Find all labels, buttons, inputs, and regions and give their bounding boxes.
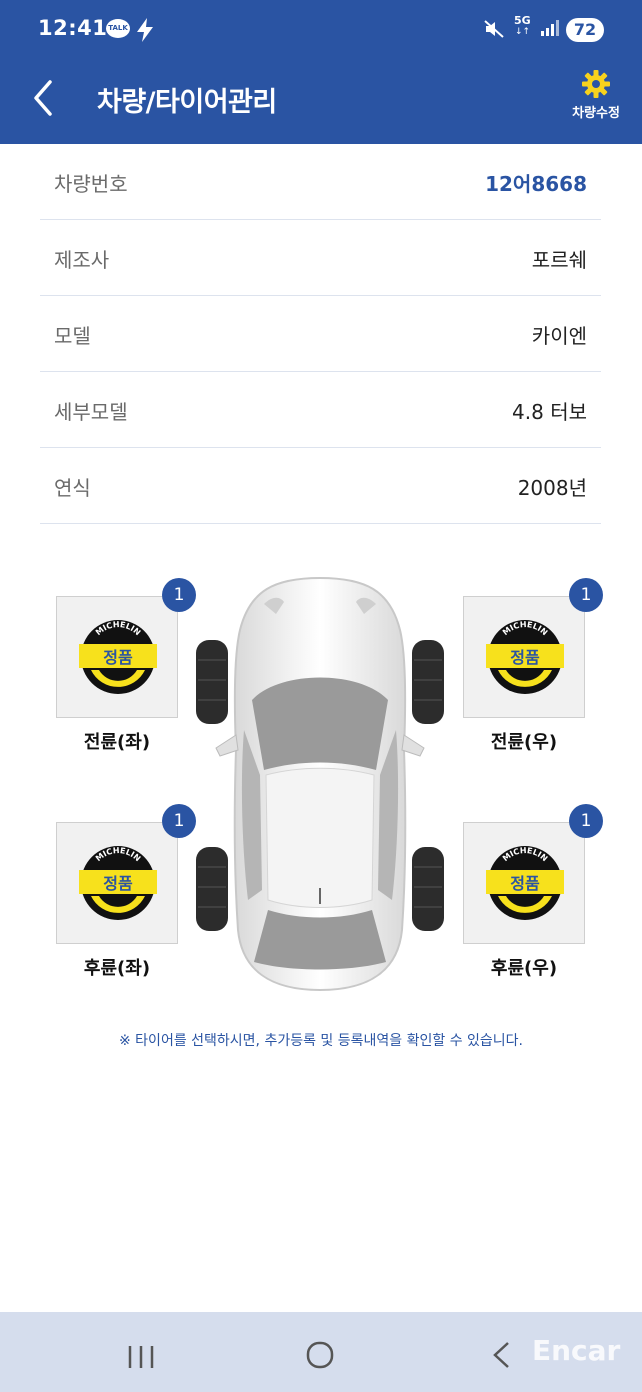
info-row-plate: 차량번호 12어8668 [40,144,601,220]
info-row-maker: 제조사 포르쉐 [40,220,601,296]
tire-position-label: 후륜(우) [490,958,558,979]
bolt-icon [137,18,153,42]
tire-image: MICHELIN 정품 [56,596,178,718]
app-header: 12:41 TALK 5G ↓↑ 72 차량/타이어관리 차량수정 [0,0,642,144]
recent-apps-icon[interactable] [127,1344,155,1370]
tire-tag: 정품 [103,874,133,893]
michelin-genuine-logo: MICHELIN 정품 [79,846,157,920]
car-image [196,576,444,992]
encar-watermark: Encar [532,1334,621,1367]
info-label: 차량번호 [54,172,128,196]
tire-tag: 정품 [510,874,540,893]
signal-icon [541,20,559,36]
tire-notice: ※ 타이어를 선택하시면, 추가등록 및 등록내역을 확인할 수 있습니다. [119,1033,523,1049]
network-arrows: ↓↑ [515,27,531,37]
tire-position-label: 전륜(좌) [83,732,151,753]
tire-diagram: MICHELIN 정품 1 전륜(좌) MICHELIN 정품 1 전륜(우) [0,560,642,1000]
info-value: 카이엔 [531,324,587,348]
michelin-genuine-logo: MICHELIN 정품 [486,846,564,920]
status-time: 12:41 [38,16,108,40]
tire-image: MICHELIN 정품 [56,822,178,944]
tire-image: MICHELIN 정품 [463,596,585,718]
home-icon[interactable] [305,1340,335,1370]
info-value: 2008년 [517,476,587,500]
tire-tag: 정품 [103,648,133,667]
tire-image: MICHELIN 정품 [463,822,585,944]
edit-vehicle-label: 차량수정 [572,106,620,121]
tire-position-label: 후륜(좌) [83,958,151,979]
info-row-year: 연식 2008년 [40,448,601,524]
vehicle-info-list: 차량번호 12어8668 제조사 포르쉐 모델 카이엔 세부모델 4.8 터보 … [40,144,601,524]
wheel-rear-right [412,847,444,931]
tire-tag: 정품 [510,648,540,667]
michelin-genuine-logo: MICHELIN 정품 [486,620,564,694]
mute-icon [484,20,504,38]
tire-count-badge: 1 [569,578,603,612]
nav-back-icon[interactable] [490,1340,512,1370]
tire-count-badge: 1 [162,804,196,838]
info-label: 연식 [54,476,91,500]
page-title: 차량/타이어관리 [97,87,277,118]
tire-position-label: 전륜(우) [490,732,558,753]
info-label: 세부모델 [54,400,128,424]
network-label: 5G [514,14,531,27]
tire-count-badge: 1 [569,804,603,838]
wheel-front-left [196,640,228,724]
info-value: 4.8 터보 [512,400,587,424]
tire-count-badge: 1 [162,578,196,612]
michelin-genuine-logo: MICHELIN 정품 [79,620,157,694]
battery-badge: 72 [566,18,604,42]
back-arrow-icon[interactable] [26,78,62,118]
info-row-submodel: 세부모델 4.8 터보 [40,372,601,448]
info-label: 제조사 [54,248,110,272]
info-row-model: 모델 카이엔 [40,296,601,372]
info-value: 포르쉐 [531,248,587,272]
wheel-rear-left [196,847,228,931]
info-value: 12어8668 [485,172,587,196]
system-nav-bar: Encar [0,1312,642,1392]
wheel-front-right [412,640,444,724]
gear-icon [582,70,610,98]
edit-vehicle-button[interactable]: 차량수정 [560,70,632,130]
info-label: 모델 [54,324,91,348]
talk-icon: TALK [106,19,130,38]
